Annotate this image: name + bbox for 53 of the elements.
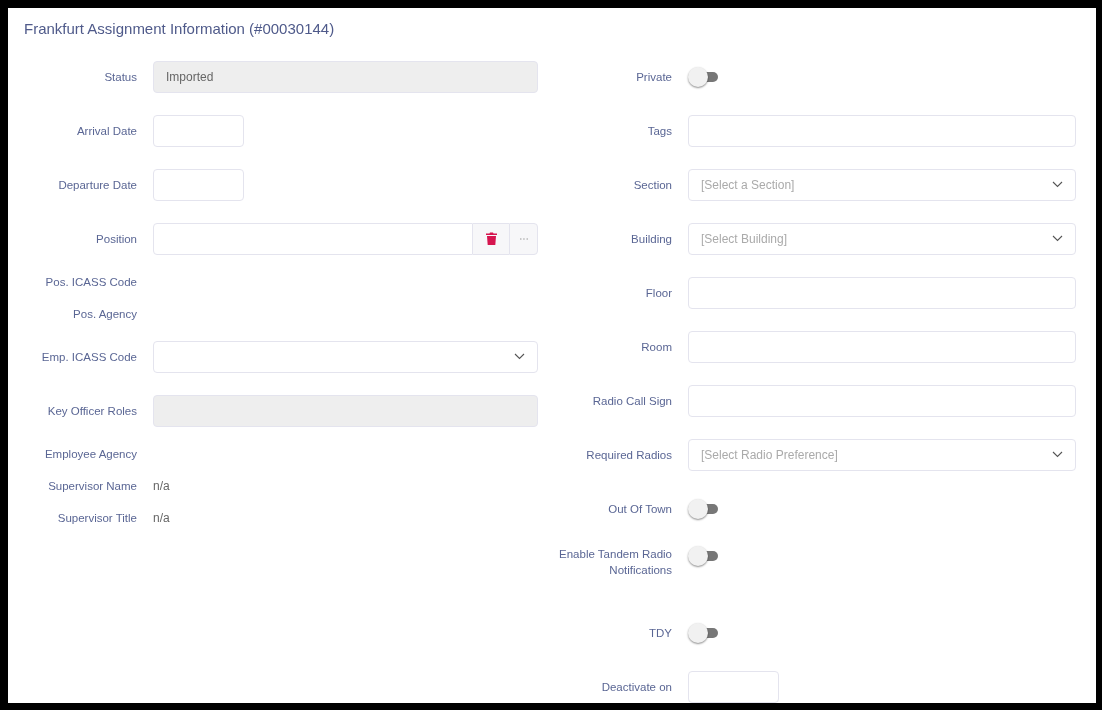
- field-label: Required Radios: [585, 447, 673, 463]
- toggle-switch[interactable]: [688, 66, 718, 87]
- date-field[interactable]: [153, 168, 244, 201]
- date-field[interactable]: [688, 670, 779, 703]
- chevron-down-icon: [514, 353, 525, 360]
- readonly-field: Imported: [153, 60, 538, 93]
- input-field[interactable]: [688, 330, 1076, 363]
- field-label: Building: [630, 231, 673, 247]
- chevron-down-icon: [1052, 451, 1063, 458]
- field-label: Deactivate on: [600, 679, 673, 695]
- field-label: Out Of Town: [607, 501, 673, 517]
- select-dropdown[interactable]: [153, 340, 538, 373]
- field-label: TDY: [648, 625, 673, 641]
- field-value: n/a: [153, 477, 170, 495]
- position-field[interactable]: [153, 222, 473, 255]
- delete-button[interactable]: [473, 222, 509, 255]
- select-dropdown[interactable]: [Select Radio Preference]: [688, 438, 1076, 471]
- date-field[interactable]: [153, 114, 244, 147]
- chevron-down-icon: [1052, 235, 1063, 242]
- field-label: Arrival Date: [75, 123, 138, 139]
- field-label: Status: [103, 69, 138, 85]
- field-label: Position: [95, 231, 138, 247]
- form-title: Frankfurt Assignment Information (#00030144): [24, 19, 336, 39]
- select-dropdown[interactable]: [Select Building]: [688, 222, 1076, 255]
- toggle-switch[interactable]: [688, 498, 718, 519]
- input-field[interactable]: [688, 384, 1076, 417]
- toggle-switch[interactable]: [688, 622, 718, 643]
- input-field[interactable]: [688, 114, 1076, 147]
- field-label: Supervisor Title: [56, 510, 138, 526]
- field-label: Private: [635, 69, 673, 85]
- select-placeholder: [Select a Section]: [701, 176, 795, 194]
- select-placeholder: [Select Radio Preference]: [701, 446, 838, 464]
- field-label: Supervisor Name: [47, 478, 138, 494]
- select-dropdown[interactable]: [Select a Section]: [688, 168, 1076, 201]
- ellipsis-icon: [519, 237, 528, 240]
- field-label: Employee Agency: [43, 446, 138, 462]
- chevron-down-icon: [1052, 181, 1063, 188]
- trash-icon: [485, 232, 497, 245]
- field-label: Floor: [644, 285, 673, 301]
- field-label: Radio Call Sign: [591, 393, 673, 409]
- input-field[interactable]: [688, 276, 1076, 309]
- field-label: Emp. ICASS Code: [40, 349, 138, 365]
- field-label: Pos. ICASS Code: [44, 274, 138, 290]
- field-label: Key Officer Roles: [46, 403, 138, 419]
- field-label: Enable Tandem Radio Notifications: [558, 546, 673, 578]
- field-label: Pos. Agency: [72, 306, 138, 322]
- select-placeholder: [Select Building]: [701, 230, 788, 248]
- field-label: Tags: [646, 123, 673, 139]
- field-label: Section: [632, 177, 673, 193]
- toggle-switch[interactable]: [688, 545, 718, 566]
- field-label: Room: [640, 339, 673, 355]
- field-value: n/a: [153, 509, 170, 527]
- field-label: Departure Date: [57, 177, 138, 193]
